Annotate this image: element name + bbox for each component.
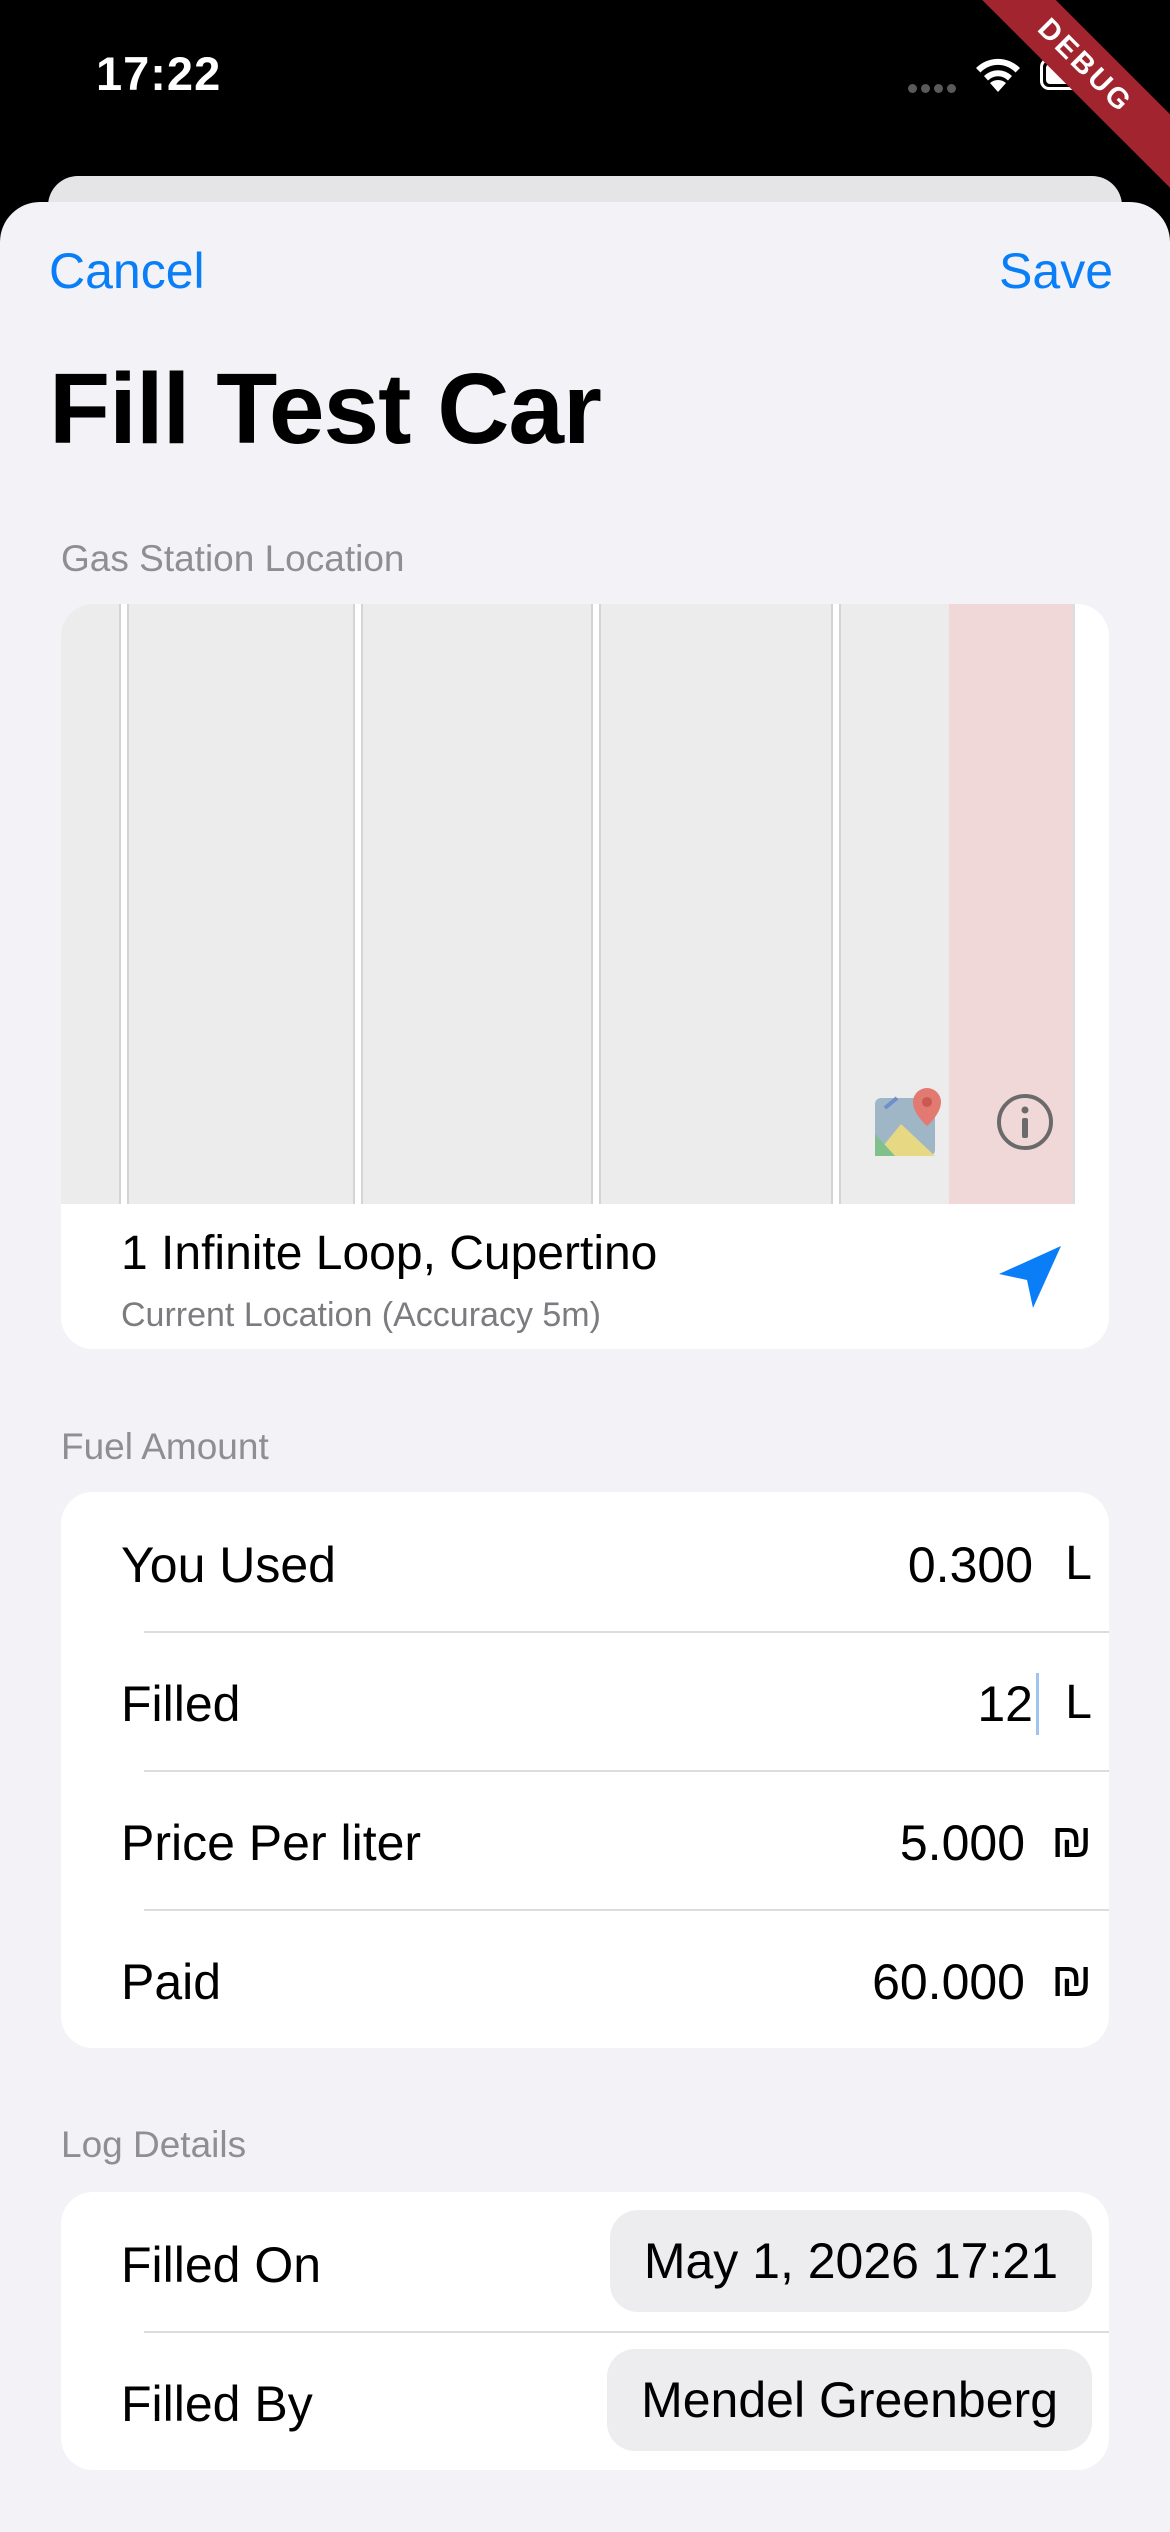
status-time: 17:22 bbox=[96, 47, 222, 100]
map-view[interactable] bbox=[61, 604, 1109, 1204]
current-location-icon[interactable] bbox=[997, 1244, 1063, 1310]
fuel-section-header: Fuel Amount bbox=[61, 1426, 269, 1467]
filled-by-picker[interactable]: Mendel Greenberg bbox=[607, 2349, 1092, 2451]
paid-label: Paid bbox=[121, 1954, 222, 2010]
paid-input[interactable]: 60.000 bbox=[872, 1953, 1025, 2011]
location-section-header: Gas Station Location bbox=[61, 538, 405, 579]
price-per-liter-row[interactable]: Price Per liter 5.000 ₪ bbox=[61, 1770, 1109, 1909]
cancel-button[interactable]: Cancel bbox=[49, 242, 205, 300]
fill-sheet: Cancel Save Fill Test Car Gas Station Lo… bbox=[0, 202, 1170, 2532]
save-button[interactable]: Save bbox=[999, 242, 1113, 300]
filled-label: Filled bbox=[121, 1676, 241, 1732]
price-per-liter-input[interactable]: 5.000 bbox=[900, 1814, 1025, 1872]
filled-on-label: Filled On bbox=[121, 2237, 322, 2293]
map-road bbox=[119, 604, 129, 1204]
fuel-card: You Used 0.300 L Filled 12 L Price Per l… bbox=[61, 1492, 1109, 2048]
status-bar: 17:22 bbox=[0, 0, 1170, 180]
cellular-signal-icon bbox=[908, 80, 960, 98]
you-used-value: 0.300 bbox=[907, 1537, 1033, 1593]
filled-on-row: Filled On May 1, 2026 17:21 bbox=[61, 2192, 1109, 2331]
map-road bbox=[591, 604, 601, 1204]
log-card: Filled On May 1, 2026 17:21 Filled By Me… bbox=[61, 2192, 1109, 2470]
filled-unit: L bbox=[1065, 1676, 1092, 1729]
you-used-unit: L bbox=[1065, 1537, 1092, 1590]
you-used-row: You Used 0.300 L bbox=[61, 1492, 1109, 1631]
info-icon[interactable] bbox=[995, 1092, 1055, 1152]
filled-on-date-picker[interactable]: May 1, 2026 17:21 bbox=[609, 2210, 1092, 2312]
maps-app-icon[interactable] bbox=[871, 1084, 951, 1164]
price-per-liter-label: Price Per liter bbox=[121, 1815, 422, 1871]
log-section-header: Log Details bbox=[61, 2124, 247, 2165]
page-title: Fill Test Car bbox=[49, 353, 602, 465]
filled-by-row: Filled By Mendel Greenberg bbox=[61, 2331, 1109, 2470]
location-card: 1 Infinite Loop, Cupertino Current Locat… bbox=[61, 604, 1109, 1349]
text-caret bbox=[1036, 1673, 1039, 1735]
filled-row[interactable]: Filled 12 L bbox=[61, 1631, 1109, 1770]
map-road bbox=[1073, 604, 1109, 1204]
filled-by-label: Filled By bbox=[121, 2376, 313, 2432]
map-road bbox=[353, 604, 363, 1204]
location-address: 1 Infinite Loop, Cupertino bbox=[121, 1227, 658, 1280]
filled-input[interactable]: 12 bbox=[977, 1675, 1033, 1733]
map-road bbox=[831, 604, 841, 1204]
location-row: 1 Infinite Loop, Cupertino Current Locat… bbox=[61, 1204, 1109, 1349]
currency-unit: ₪ bbox=[1051, 1815, 1092, 1868]
wifi-icon bbox=[976, 58, 1020, 92]
location-accuracy: Current Location (Accuracy 5m) bbox=[121, 1296, 601, 1334]
paid-row[interactable]: Paid 60.000 ₪ bbox=[61, 1909, 1109, 2048]
currency-unit: ₪ bbox=[1051, 1954, 1092, 2007]
you-used-label: You Used bbox=[121, 1537, 336, 1593]
